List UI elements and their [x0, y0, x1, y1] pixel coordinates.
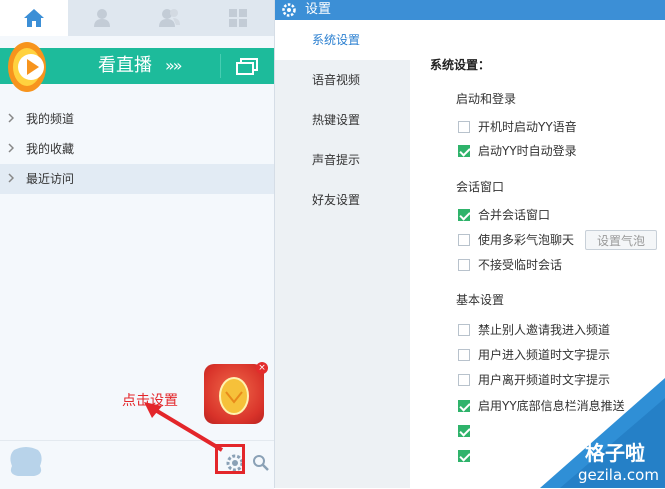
group-startup: 启动和登录 [456, 92, 517, 106]
settings-title: 设置 [305, 2, 332, 17]
nav-label: 我的频道 [26, 112, 75, 126]
popout-window-icon[interactable] [235, 57, 259, 75]
live-title: 看直播 [98, 55, 152, 76]
checkbox[interactable] [458, 400, 470, 412]
divider [220, 54, 221, 78]
checkbox[interactable] [458, 450, 470, 462]
settings-sidebar: 系统设置 语音视频 热键设置 声音提示 好友设置 [275, 20, 410, 488]
checkbox[interactable] [458, 374, 470, 386]
watermark-url: gezila.com [578, 466, 659, 484]
close-icon[interactable]: × [256, 362, 268, 374]
home-icon [24, 9, 44, 27]
group-basic: 基本设置 [456, 293, 505, 307]
apps-icon [229, 9, 247, 27]
sidebar-item-friends[interactable]: 好友设置 [275, 180, 410, 220]
checkbox[interactable] [458, 121, 470, 133]
checkbox[interactable] [458, 425, 470, 437]
highlight-box [215, 444, 245, 474]
nav-label: 最近访问 [26, 172, 75, 186]
tab-apps[interactable] [204, 0, 272, 36]
tab-contacts[interactable] [136, 0, 204, 36]
watermark-title: 格子啦 [585, 441, 645, 465]
bubble-settings-button[interactable]: 设置气泡 [585, 230, 657, 250]
live-stream-bar[interactable]: 看直播 »» [0, 42, 274, 92]
sidebar-item-sound-alerts[interactable]: 声音提示 [275, 140, 410, 180]
avatar[interactable] [8, 446, 44, 478]
nav-recent[interactable]: 最近访问 [0, 164, 274, 194]
chevron-right-icon [8, 173, 14, 183]
user-icon [94, 9, 110, 27]
tab-home[interactable] [0, 0, 68, 36]
checkbox[interactable] [458, 259, 470, 271]
checkbox[interactable] [458, 209, 470, 221]
chevron-right-icon [8, 113, 14, 123]
checkbox[interactable] [458, 324, 470, 336]
nav-my-favorites[interactable]: 我的收藏 [0, 134, 274, 164]
tab-profile[interactable] [68, 0, 136, 36]
sidebar-item-system[interactable]: 系统设置 [275, 20, 410, 60]
sidebar-item-hotkeys[interactable]: 热键设置 [275, 100, 410, 140]
checkbox[interactable] [458, 145, 470, 157]
search-icon[interactable] [252, 454, 270, 472]
sidebar-item-audio-video[interactable]: 语音视频 [275, 60, 410, 100]
yy-live-logo-icon [8, 42, 46, 92]
contacts-icon [159, 9, 180, 27]
settings-gear-icon [282, 3, 296, 17]
double-chevron-icon: »» [165, 56, 183, 75]
nav-my-channels[interactable]: 我的频道 [0, 104, 274, 134]
checkbox[interactable] [458, 349, 470, 361]
top-tab-bar [0, 0, 274, 36]
chevron-right-icon [8, 143, 14, 153]
nav-label: 我的收藏 [26, 142, 75, 156]
channel-nav: 我的频道 我的收藏 最近访问 [0, 104, 274, 194]
group-session: 会话窗口 [456, 180, 505, 194]
checkbox[interactable] [458, 234, 470, 246]
section-title: 系统设置： [430, 58, 491, 72]
settings-titlebar: 设置 [275, 0, 665, 20]
